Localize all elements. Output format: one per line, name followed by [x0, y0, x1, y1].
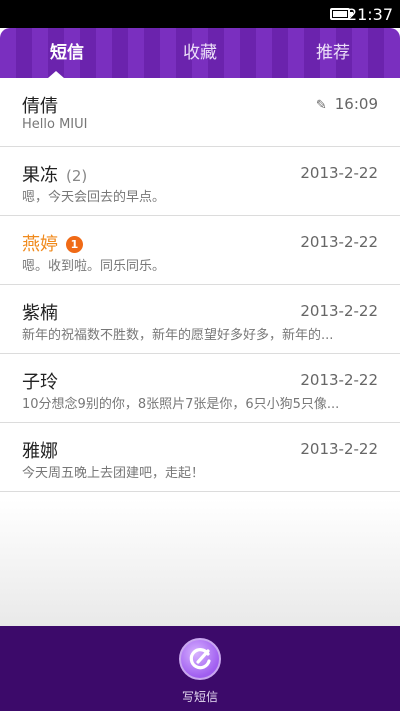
- list-item[interactable]: 果冻 (2) 2013-2-22 嗯，今天会回去的早点。: [0, 147, 400, 216]
- pencil-icon: ✎: [315, 98, 327, 113]
- message-date: 2013-2-22: [300, 302, 378, 320]
- message-date: 2013-2-22: [300, 233, 378, 251]
- message-preview: Hello MIUI: [22, 117, 88, 132]
- message-preview: 新年的祝福数不胜数，新年的愿望好多好多，新年的...: [22, 328, 334, 343]
- bottom-bar: 写短信: [0, 626, 400, 711]
- compose-button[interactable]: [179, 638, 221, 680]
- tab-messages[interactable]: 短信: [12, 28, 122, 78]
- list-empty-area: [0, 500, 400, 626]
- message-date: 2013-2-22: [300, 371, 378, 389]
- tab-favorites[interactable]: 收藏: [145, 28, 255, 78]
- message-preview: 10分想念9别的你，8张照片7张是你，6只小狗5只像...: [22, 397, 340, 412]
- contact-name: 果冻 (2): [22, 165, 88, 186]
- tab-bar: 短信 收藏 推荐: [0, 28, 400, 78]
- list-item[interactable]: 倩倩 ✎ 16:09 Hello MIUI: [0, 78, 400, 147]
- message-date: ✎ 16:09: [315, 95, 378, 113]
- status-bar: 21:37: [0, 0, 400, 28]
- compose-icon: [189, 648, 211, 670]
- conversation-list: 倩倩 ✎ 16:09 Hello MIUI 果冻 (2) 2013-2-22 嗯，今…: [0, 78, 400, 492]
- message-preview: 今天周五晚上去团建吧，走起！: [22, 466, 205, 481]
- compose-label[interactable]: 写短信: [0, 688, 400, 705]
- list-item[interactable]: 紫楠 2013-2-22 新年的祝福数不胜数，新年的愿望好多好多，新年的...: [0, 285, 400, 354]
- message-preview: 嗯，今天会回去的早点。: [22, 190, 166, 205]
- contact-name: 紫楠: [22, 303, 58, 324]
- unread-badge: 1: [66, 236, 83, 253]
- message-date: 2013-2-22: [300, 164, 378, 182]
- contact-name: 燕婷 1: [22, 230, 83, 256]
- list-item[interactable]: 子玲 2013-2-22 10分想念9别的你，8张照片7张是你，6只小狗5只像.…: [0, 354, 400, 423]
- tab-recommended[interactable]: 推荐: [278, 28, 388, 78]
- list-item[interactable]: 燕婷 1 2013-2-22 嗯。收到啦。同乐同乐。: [0, 216, 400, 285]
- status-time: 21:37: [346, 5, 393, 24]
- contact-name: 子玲: [22, 372, 58, 393]
- message-count: (2): [66, 167, 88, 185]
- contact-name: 倩倩: [22, 96, 58, 117]
- list-item[interactable]: 雅娜 2013-2-22 今天周五晚上去团建吧，走起！: [0, 423, 400, 492]
- tab-indicator: [48, 71, 64, 78]
- contact-name: 雅娜: [22, 441, 58, 462]
- message-preview: 嗯。收到啦。同乐同乐。: [22, 259, 166, 274]
- message-date: 2013-2-22: [300, 440, 378, 458]
